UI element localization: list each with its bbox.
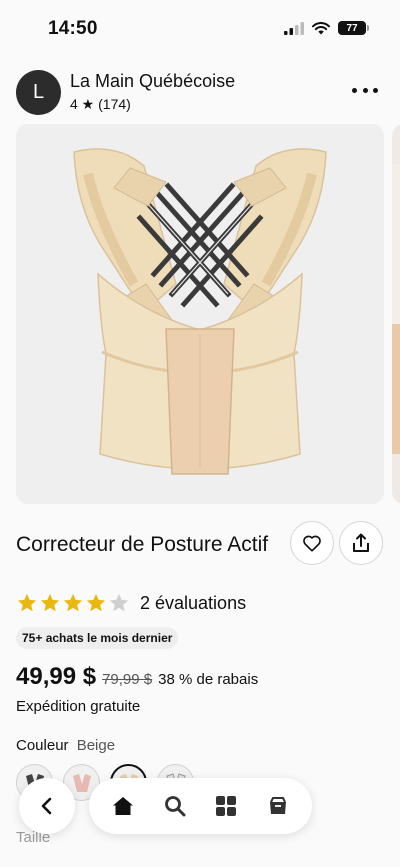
home-icon [112,797,133,815]
search-icon [164,796,186,817]
wifi-icon [312,21,330,34]
next-image-thumbnail [392,164,400,454]
shipping-info: Expédition gratuite [16,698,141,715]
heart-icon [303,535,321,552]
cellular-signal-icon [284,21,304,35]
shop-name[interactable]: La Main Québécoise [70,71,235,92]
shop-header[interactable]: L La Main Québécoise 4 ★ (174) [16,68,384,118]
original-price: 79,99 $ [102,671,153,688]
color-value: Beige [76,737,116,754]
product-image-carousel[interactable] [16,124,384,504]
battery-icon: 77 [338,21,369,35]
discount-label: 38 % de rabais [158,671,259,688]
grid-icon [216,796,237,816]
more-options-button[interactable] [352,80,378,100]
star-icon [86,593,106,612]
current-price: 49,99 $ [16,663,97,690]
shop-initial: L [32,81,45,103]
tab-home[interactable] [101,784,145,828]
shop-rating: 4 ★ (174) [70,96,131,112]
next-image-peek[interactable] [392,124,400,504]
status-time: 14:50 [48,18,98,39]
bottom-tab-bar [89,778,312,834]
tab-categories[interactable] [204,784,248,828]
back-button[interactable] [19,778,75,834]
favorite-button[interactable] [290,521,334,565]
star-icon [40,593,60,612]
battery-level: 77 [346,22,358,34]
chevron-left-icon [41,797,52,815]
shop-avatar[interactable]: L [16,70,61,115]
color-label: Couleur [16,737,69,754]
status-bar: 14:50 77 [0,0,400,56]
more-icon [352,87,357,93]
product-rating[interactable]: 2 évaluations [16,592,246,614]
tab-search[interactable] [153,784,197,828]
reviews-count[interactable]: 2 évaluations [140,593,246,614]
price-row: 49,99 $ 79,99 $ 38 % de rabais [16,663,258,691]
star-icon [63,593,83,612]
share-icon [353,533,369,552]
status-icons: 77 [284,21,369,35]
product-image [73,148,327,475]
product-title: Correcteur de Posture Actif [16,533,269,556]
tab-shop[interactable] [256,784,300,828]
bag-icon [270,797,287,814]
purchases-badge: 75+ achats le mois dernier [16,627,179,649]
color-option: Couleur Beige [16,737,115,754]
star-icon [109,593,129,612]
share-button[interactable] [339,521,383,565]
rating-stars [16,592,130,614]
star-icon [17,593,37,612]
